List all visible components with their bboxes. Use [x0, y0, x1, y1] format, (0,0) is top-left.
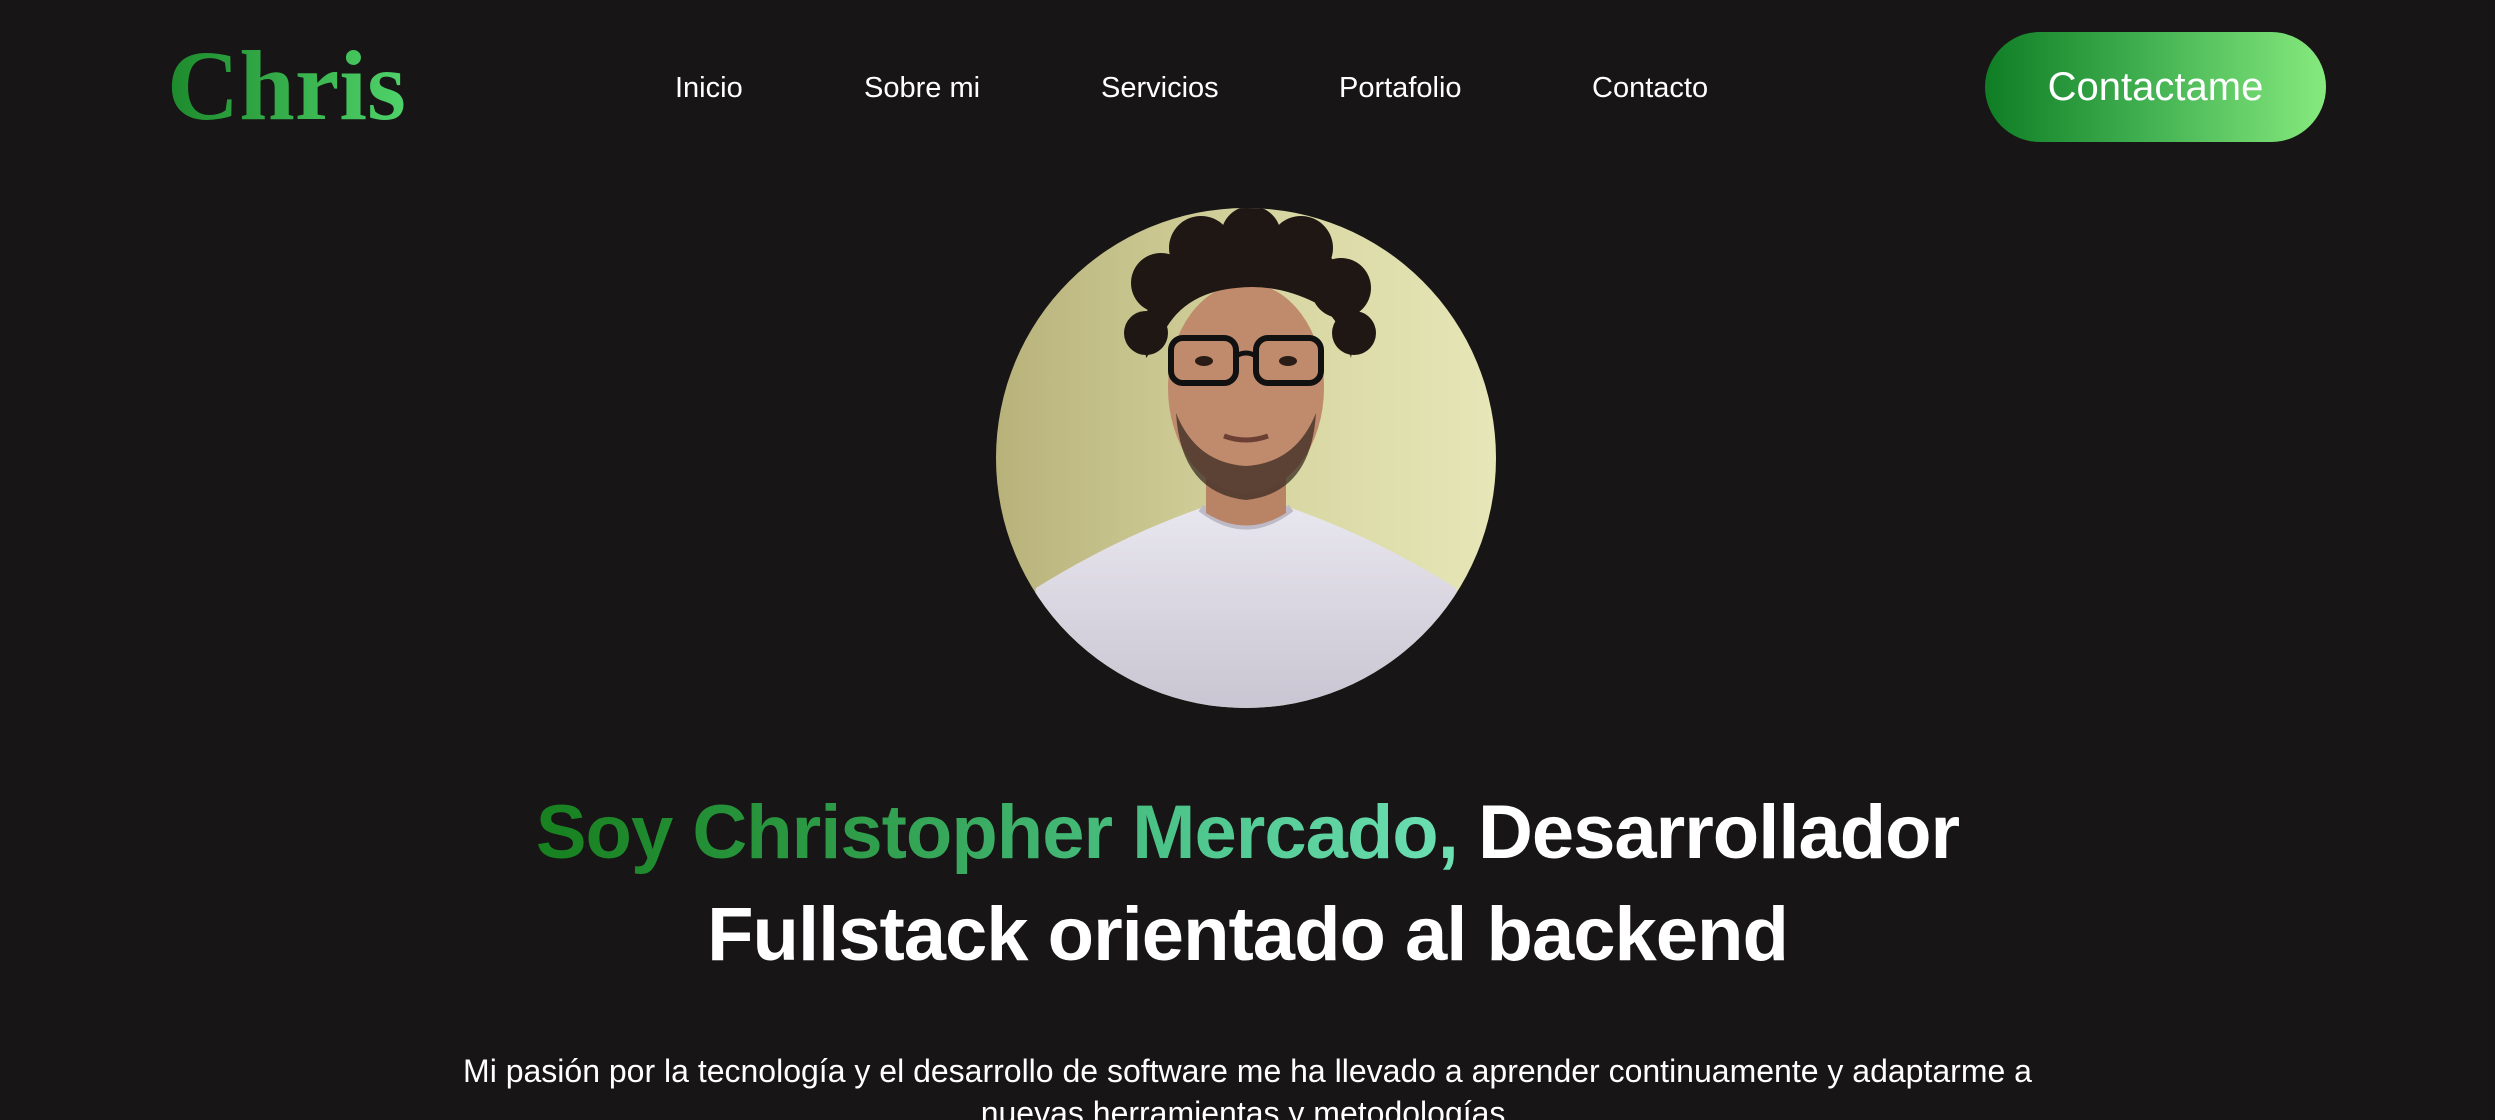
profile-photo [996, 208, 1496, 708]
description-line-1: Mi pasión por la tecnología y el desarro… [463, 1053, 2032, 1089]
nav-contacto[interactable]: Contacto [1592, 66, 1708, 110]
headline-name-highlight: Soy Christopher Mercado, [535, 790, 1459, 875]
description-line-2: nuevas herramientas y metodologías. [980, 1095, 1515, 1120]
nav-servicios[interactable]: Servicios [1101, 66, 1219, 110]
contactame-button[interactable]: Contactame [1985, 32, 2326, 142]
nav-portafolio[interactable]: Portafolio [1339, 66, 1462, 110]
headline-role-start: Desarrollador [1457, 790, 1960, 875]
site-logo[interactable]: Chris [167, 26, 406, 146]
headline-line-1: Soy Christopher Mercado, Desarrollador [0, 782, 2495, 884]
hero-headline: Soy Christopher Mercado, Desarrollador F… [0, 782, 2495, 986]
headline-line-2: Fullstack orientado al backend [707, 892, 1789, 977]
hero-description: Mi pasión por la tecnología y el desarro… [0, 1050, 2495, 1120]
nav-sobre-mi[interactable]: Sobre mi [864, 66, 980, 110]
profile-photo-illustration [996, 208, 1496, 708]
nav-inicio[interactable]: Inicio [675, 66, 743, 110]
